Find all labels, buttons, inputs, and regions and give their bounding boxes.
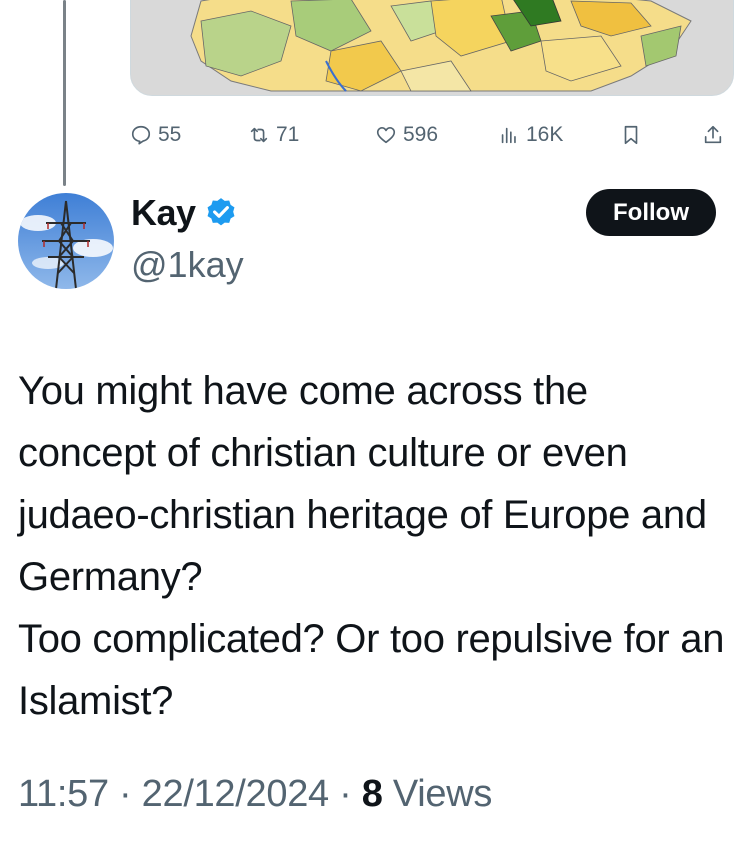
tweet-text-paragraph: You might have come across the concept o… (18, 369, 707, 599)
reply-count: 55 (158, 123, 182, 146)
author-avatar[interactable] (18, 193, 114, 289)
views-button[interactable]: 16K (498, 118, 563, 152)
bookmark-icon (624, 125, 638, 145)
repost-icon (250, 127, 268, 143)
reply-icon (131, 125, 151, 145)
thread-connector-line (63, 0, 66, 186)
tweet-action-bar: 55 71 596 16K (130, 118, 730, 152)
electricity-pylon-avatar-image (18, 193, 114, 289)
author-handle[interactable]: @1kay (131, 244, 244, 286)
tweet-date[interactable]: 22/12/2024 (142, 773, 329, 815)
repost-button[interactable]: 71 (248, 118, 299, 152)
map-of-germany-image (131, 0, 733, 95)
like-button[interactable]: 596 (375, 118, 438, 152)
views-count: 16K (526, 123, 564, 146)
embedded-map-image[interactable] (130, 0, 734, 96)
tweet-metadata: 11:57 · 22/12/2024 · 8 Views (18, 773, 492, 816)
tweet-views-number: 8 (361, 773, 383, 815)
views-icon (501, 127, 516, 144)
follow-button[interactable]: Follow (586, 189, 716, 236)
share-icon (704, 125, 722, 144)
repost-count: 71 (276, 123, 300, 146)
tweet-body: You might have come across the concept o… (18, 360, 733, 732)
verified-badge-icon (207, 198, 235, 226)
tweet-views-label: Views (392, 773, 493, 815)
like-icon (376, 127, 396, 144)
meta-separator: · (339, 773, 352, 815)
meta-separator: · (119, 773, 132, 815)
like-count: 596 (403, 123, 439, 146)
share-button[interactable] (702, 118, 724, 152)
author-display-name[interactable]: Kay (131, 192, 196, 234)
tweet-time[interactable]: 11:57 (18, 773, 109, 815)
author-name-row: Kay (131, 192, 238, 234)
tweet-text-paragraph: Too complicated? Or too repulsive for an… (18, 617, 725, 723)
bookmark-button[interactable] (620, 118, 642, 152)
reply-button[interactable]: 55 (130, 118, 181, 152)
